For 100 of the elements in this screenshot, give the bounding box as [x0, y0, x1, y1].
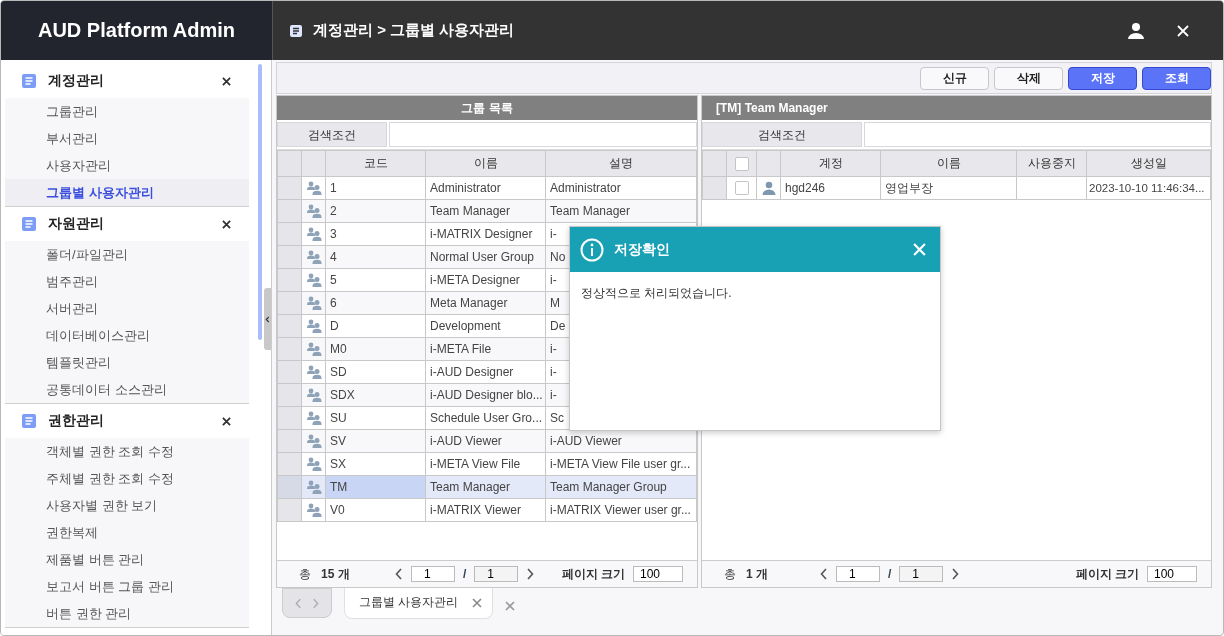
table-row[interactable]: 1 Administrator Administrator: [277, 176, 697, 200]
breadcrumb: 계정관리 > 그룹별 사용자관리: [313, 21, 515, 40]
column-header[interactable]: 이름: [425, 150, 546, 177]
search-label: 검색조건: [277, 122, 387, 147]
checkbox[interactable]: [734, 181, 749, 196]
group-icon: [305, 411, 322, 426]
user-icon: [761, 181, 776, 196]
menu-item[interactable]: 그룹별 사용자관리: [5, 179, 249, 206]
panel-header: 그룹 목록: [277, 96, 697, 120]
tab-label[interactable]: 그룹별 사용자관리: [359, 594, 459, 611]
table-cell: Meta Manager: [425, 291, 546, 315]
group-icon: [305, 388, 322, 403]
panel-header: [TM] Team Manager: [702, 96, 1211, 120]
group-icon: [305, 480, 322, 495]
table-cell: i-MATRIX Viewer user gr...: [545, 498, 697, 522]
close-icon[interactable]: [222, 219, 231, 229]
total-count: 총 15 개: [299, 565, 351, 583]
info-icon: [580, 237, 604, 262]
table-row[interactable]: V0 i-MATRIX Viewer i-MATRIX Viewer user gr...: [277, 498, 697, 522]
table-row[interactable]: SV i-AUD Viewer i-AUD Viewer: [277, 429, 697, 453]
table-cell: 3: [325, 222, 426, 246]
table-cell: i-AUD Designer blo...: [425, 383, 546, 407]
tab[interactable]: 그룹별 사용자관리: [344, 587, 494, 619]
menu-item[interactable]: 데이터베이스관리: [5, 322, 249, 349]
table-cell: 2023-10-10 11:46:34...: [1086, 176, 1211, 200]
page-field[interactable]: 1: [411, 566, 455, 582]
user-icon[interactable]: [1127, 21, 1145, 40]
column-header[interactable]: 이름: [880, 150, 1017, 177]
collapse-handle[interactable]: [264, 288, 271, 350]
table-cell: SX: [325, 452, 426, 476]
column-header[interactable]: 생성일: [1086, 150, 1211, 177]
menu-item[interactable]: 객체별 권한 조회 수정: [5, 438, 249, 465]
page-count-field[interactable]: 1: [474, 566, 519, 582]
table-cell: Development: [425, 314, 546, 338]
table-cell: i-META File: [425, 337, 546, 361]
page-separator: /: [463, 567, 467, 581]
search-field[interactable]: [389, 122, 697, 147]
page-count-field[interactable]: 1: [899, 566, 944, 582]
menu-item[interactable]: 공통데이터 소스관리: [5, 376, 249, 403]
table-cell: hgd246: [780, 176, 881, 200]
table-cell: V0: [325, 498, 426, 522]
group-icon: [305, 503, 322, 518]
menu-item[interactable]: 권한복제: [5, 519, 249, 546]
toolbar-button[interactable]: 저장: [1068, 66, 1137, 90]
column-header[interactable]: 설명: [545, 150, 697, 177]
table-cell: i-AUD Viewer: [545, 429, 697, 453]
table-row[interactable]: 2 Team Manager Team Manager: [277, 199, 697, 223]
menu-item[interactable]: 부서관리: [5, 125, 249, 152]
table-cell: Team Manager: [545, 199, 697, 223]
column-header[interactable]: 계정: [780, 150, 881, 177]
column-header[interactable]: 코드: [325, 150, 426, 177]
checkbox[interactable]: [734, 156, 749, 171]
group-icon: [305, 434, 322, 449]
chevron-right-icon[interactable]: [951, 568, 960, 580]
total-count: 총 1 개: [724, 565, 770, 583]
scrollbar-thumb[interactable]: [258, 64, 262, 340]
group-icon: [305, 204, 322, 219]
close-icon[interactable]: [222, 416, 231, 426]
table-cell: i-AUD Viewer: [425, 429, 546, 453]
menu-item[interactable]: 버튼 권한 관리: [5, 600, 249, 627]
table-cell: i-MATRIX Designer: [425, 222, 546, 246]
menu-item[interactable]: 보고서 버튼 그룹 관리: [5, 573, 249, 600]
chevron-right-icon[interactable]: [526, 568, 535, 580]
table-row[interactable]: SX i-META View File i-META View File user gr...: [277, 452, 697, 476]
menu-item[interactable]: 제품별 버튼 관리: [5, 546, 249, 573]
document-icon: [289, 23, 303, 38]
table-cell: i-MATRIX Viewer: [425, 498, 546, 522]
menu-item[interactable]: 그룹관리: [5, 98, 249, 125]
toolbar-button[interactable]: 신규: [920, 66, 989, 90]
page-size-field[interactable]: 100: [633, 566, 683, 582]
table-cell: SD: [325, 360, 426, 384]
page-size-field[interactable]: 100: [1147, 566, 1197, 582]
search-field[interactable]: [864, 122, 1211, 147]
close-icon[interactable]: [222, 76, 231, 86]
group-icon: [305, 227, 322, 242]
chevron-left-icon[interactable]: [820, 568, 828, 580]
toolbar-button[interactable]: 조회: [1142, 66, 1211, 90]
toolbar-button[interactable]: 삭제: [994, 66, 1063, 90]
table-row[interactable]: TM Team Manager Team Manager Group: [277, 475, 697, 499]
page-size-label: 페이지 크기: [561, 565, 625, 583]
table-cell: i-META Designer: [425, 268, 546, 292]
table-cell: Administrator: [425, 176, 546, 200]
menu-item[interactable]: 범주관리: [5, 268, 249, 295]
close-all-icon[interactable]: [505, 601, 516, 611]
group-icon: [305, 342, 322, 357]
menu-item[interactable]: 사용자별 권한 보기: [5, 492, 249, 519]
table-cell: i-META View File: [425, 452, 546, 476]
document-icon: [22, 414, 36, 428]
chevron-left-icon[interactable]: [395, 568, 403, 580]
table-cell: Team Manager: [425, 199, 546, 223]
menu-item[interactable]: 주체별 권한 조회 수정: [5, 465, 249, 492]
menu-item[interactable]: 사용자관리: [5, 152, 249, 179]
menu-item[interactable]: 폴더/파일관리: [5, 241, 249, 268]
menu-item[interactable]: 템플릿관리: [5, 349, 249, 376]
menu-item[interactable]: 서버관리: [5, 295, 249, 322]
page-field[interactable]: 1: [836, 566, 880, 582]
table-cell: SU: [325, 406, 426, 430]
table-cell: Normal User Group: [425, 245, 546, 269]
column-header[interactable]: 사용중지: [1016, 150, 1087, 177]
app-title: AUD Platform Admin: [1, 1, 272, 60]
